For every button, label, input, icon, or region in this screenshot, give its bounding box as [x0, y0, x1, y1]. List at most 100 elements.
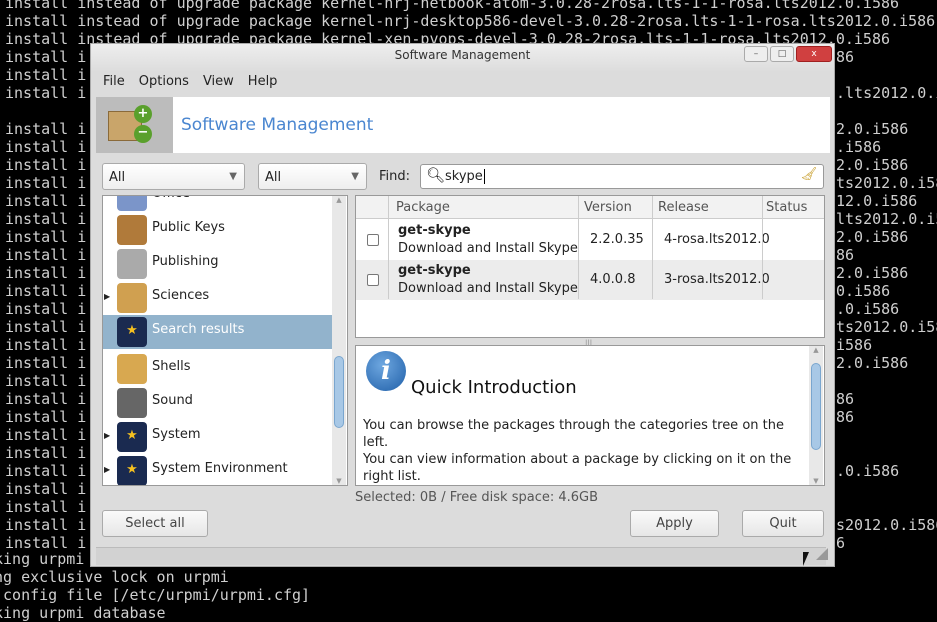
package-release: 4-rosa.lts2012.0 — [664, 232, 770, 247]
speaker-icon — [117, 388, 147, 418]
expander-arrow-icon[interactable]: ▶ — [104, 431, 110, 440]
info-paragraph: You can browse the packages through the … — [363, 418, 784, 450]
tree-item-system-environment[interactable]: ▶ ★ System Environment — [103, 454, 332, 485]
quit-button[interactable]: Quit — [742, 510, 824, 537]
info-scrollbar[interactable]: ▲ ▼ — [809, 346, 823, 485]
minimize-button[interactable]: – — [744, 46, 768, 62]
terminal-line-prefix: install i — [5, 264, 87, 282]
terminal-line-prefix: install i — [5, 66, 87, 84]
terminal-line-prefix: install i — [5, 390, 87, 408]
col-package[interactable]: Package — [396, 200, 450, 215]
scroll-down-icon[interactable]: ▼ — [809, 477, 823, 485]
package-release: 3-rosa.lts2012.0 — [664, 272, 770, 287]
tree-item-label: Sound — [152, 393, 193, 408]
menu-help[interactable]: Help — [248, 74, 278, 89]
menu-file[interactable]: File — [103, 74, 125, 89]
find-input[interactable]: 🔍︎ skype 🧹︎ — [420, 164, 824, 189]
menu-view[interactable]: View — [203, 74, 234, 89]
info-icon: i — [366, 351, 406, 391]
tree-item-sound[interactable]: Sound — [103, 386, 332, 420]
filter-1-value: All — [109, 170, 126, 185]
terminal-line-suffix: 2.0.i586 — [836, 156, 909, 174]
tree-item-search-results[interactable]: ★ Search results — [103, 315, 332, 349]
filter-select-2[interactable]: All ▼ — [258, 163, 367, 190]
terminal-line-prefix: install i — [5, 192, 87, 210]
terminal-line-prefix: install i — [5, 426, 87, 444]
terminal-line-suffix: 86 — [836, 390, 855, 408]
tree-item-publishing[interactable]: Publishing — [103, 247, 332, 281]
col-status[interactable]: Status — [766, 200, 807, 215]
terminal-line-suffix: ts2012.0.i586 — [836, 318, 937, 336]
sciences-icon — [117, 283, 147, 313]
terminal-line-suffix: lts2012.0.i586 — [836, 210, 937, 228]
terminal-line-suffix: 12.0.i586 — [836, 192, 918, 210]
search-icon: 🔍︎ — [426, 166, 446, 184]
terminal-line-suffix: 2.0.i586 — [836, 354, 909, 372]
col-version[interactable]: Version — [584, 200, 632, 215]
expander-arrow-icon[interactable]: ▶ — [104, 465, 110, 474]
table-row[interactable]: get-skype Download and Install Skype 4.0… — [356, 260, 824, 300]
maximize-button[interactable]: □ — [770, 46, 794, 62]
tree-item-office[interactable]: Office — [103, 196, 332, 213]
scrollbar-thumb[interactable] — [811, 363, 821, 450]
clear-broom-icon[interactable]: 🧹︎ — [800, 167, 817, 182]
terminal-line-suffix: 2.0.i586 — [836, 120, 909, 138]
terminal-line: install instead of upgrade package kerne… — [5, 0, 900, 12]
terminal-line-prefix: install i — [5, 282, 87, 300]
terminal-line-prefix: install i — [5, 210, 87, 228]
terminal-line-prefix: install i — [5, 408, 87, 426]
tree-item-label: Search results — [152, 322, 245, 337]
tree-item-public-keys[interactable]: Public Keys — [103, 213, 332, 247]
tree-item-shells[interactable]: Shells — [103, 352, 332, 386]
terminal-line-suffix: .i586 — [836, 138, 882, 156]
terminal-line-suffix: s2012.0.i586 — [836, 516, 937, 534]
scroll-up-icon[interactable]: ▲ — [809, 346, 823, 354]
monitor-star-icon: ★ — [117, 422, 147, 452]
package-box-icon: + − — [96, 97, 173, 153]
package-table: Package Version Release Status get-skype… — [355, 195, 825, 338]
tree-item-sciences[interactable]: ▶ Sciences — [103, 281, 332, 315]
menu-options[interactable]: Options — [139, 74, 189, 89]
info-panel: i Quick Introduction You can browse the … — [355, 345, 825, 486]
terminal-line: ng exclusive lock on urpmi — [0, 568, 229, 586]
dropdown-arrow-icon: ▼ — [229, 171, 237, 182]
scroll-down-icon[interactable]: ▼ — [332, 477, 346, 485]
office-icon — [117, 196, 147, 211]
terminal-line-prefix: install i — [5, 84, 87, 102]
terminal-line-suffix: .lts2012.0.i586 — [836, 84, 937, 102]
software-management-window: Software Management – □ x File Options V… — [90, 43, 835, 567]
package-checkbox[interactable] — [367, 234, 379, 246]
terminal-line-suffix: .0.i586 — [836, 462, 900, 480]
close-button[interactable]: x — [796, 46, 832, 62]
expander-arrow-icon[interactable]: ▶ — [104, 292, 110, 301]
table-row[interactable]: get-skype Download and Install Skype 2.2… — [356, 220, 824, 260]
banner-title: Software Management — [181, 115, 374, 135]
scroll-up-icon[interactable]: ▲ — [332, 196, 346, 204]
terminal-line-prefix: install i — [5, 516, 87, 534]
info-title: Quick Introduction — [411, 377, 577, 398]
find-value: skype — [445, 169, 483, 184]
banner: + − Software Management — [96, 97, 830, 153]
package-description: Download and Install Skype — [398, 241, 578, 256]
monitor-star-icon: ★ — [117, 456, 147, 485]
info-paragraph: You can view information about a package… — [363, 452, 792, 484]
select-all-button[interactable]: Select all — [102, 510, 208, 537]
dropdown-arrow-icon: ▼ — [351, 171, 359, 182]
terminal-line-prefix: install i — [5, 48, 87, 66]
resize-grip-icon[interactable] — [816, 548, 828, 560]
package-checkbox[interactable] — [367, 274, 379, 286]
terminal-line-prefix: install i — [5, 246, 87, 264]
apply-button[interactable]: Apply — [630, 510, 719, 537]
tree-item-label: System — [152, 427, 201, 442]
title-bar[interactable]: Software Management — [91, 44, 834, 71]
terminal-line-prefix: install i — [5, 174, 87, 192]
filter-select-1[interactable]: All ▼ — [102, 163, 245, 190]
tree-item-system[interactable]: ▶ ★ System — [103, 420, 332, 454]
tree-scrollbar[interactable]: ▲ ▼ — [332, 196, 346, 485]
monitor-star-icon: ★ — [117, 317, 147, 347]
menu-bar: File Options View Help — [103, 74, 277, 89]
terminal-line: config file [/etc/urpmi/urpmi.cfg] — [0, 586, 311, 604]
scrollbar-thumb[interactable] — [334, 356, 344, 428]
col-release[interactable]: Release — [658, 200, 709, 215]
terminal-line-prefix: install i — [5, 462, 87, 480]
